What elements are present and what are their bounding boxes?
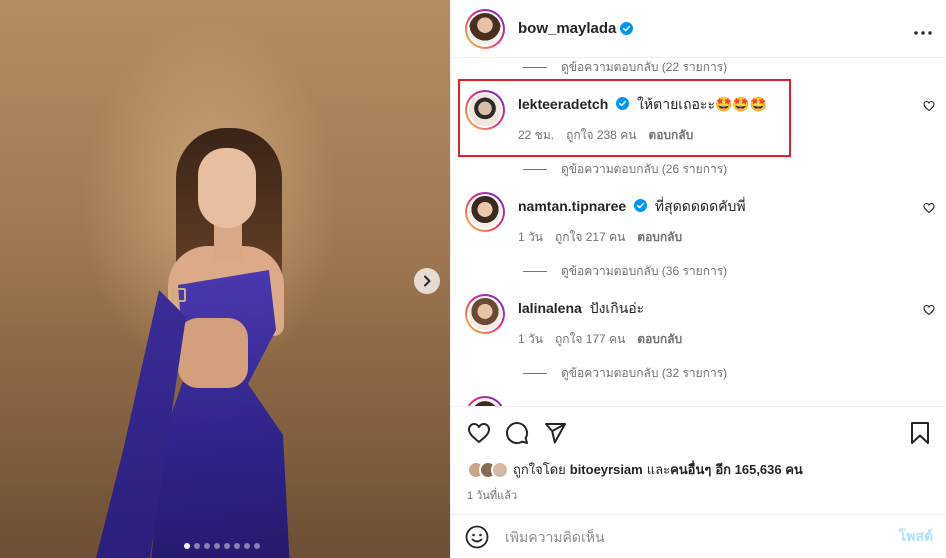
verified-badge-icon	[634, 199, 648, 212]
more-options-button[interactable]	[914, 19, 932, 39]
comment-time: 1 วัน	[518, 332, 543, 346]
replies-divider	[523, 169, 547, 170]
view-replies-label: ดูข้อความตอบกลับ (36 รายการ)	[561, 264, 728, 278]
liked-by-prefix: ถูกใจโดย	[513, 462, 566, 477]
comment-text: ที่สุดดดดดคับพี่	[654, 198, 746, 214]
verified-badge-icon	[620, 22, 634, 35]
like-heart-icon[interactable]	[923, 100, 935, 112]
reply-button[interactable]: ตอบกลับ	[637, 330, 682, 349]
like-heart-icon[interactable]	[923, 304, 935, 316]
post-comment-button[interactable]: โพสต์	[899, 526, 933, 548]
view-replies-label: ดูข้อความตอบกลับ (22 รายการ)	[561, 60, 728, 74]
reply-button[interactable]: ตอบกลับ	[637, 228, 682, 247]
carousel-dots	[184, 543, 260, 549]
like-heart-icon[interactable]	[923, 202, 935, 214]
view-replies-link[interactable]: ดูข้อความตอบกลับ (22 รายการ)	[523, 58, 727, 77]
view-replies-label: ดูข้อความตอบกลับ (26 รายการ)	[561, 162, 728, 176]
post-side-panel: bow_maylada ดูข้อความตอบกลับ (22 รายการ)…	[450, 0, 946, 558]
photo-subject-waist	[178, 318, 248, 388]
emoji-smiley-icon[interactable]	[465, 525, 489, 549]
comment-item: namtan.tipnaree ที่สุดดดดดคับพี่ 1 วัน ถ…	[465, 192, 935, 244]
reply-button[interactable]: ตอบกลับ	[648, 126, 693, 145]
comment-time: 22 ชม.	[518, 128, 555, 142]
comment-text: ปังเกินอ่ะ	[589, 300, 645, 316]
replies-divider	[523, 373, 547, 374]
replies-divider	[523, 271, 547, 272]
chevron-right-icon	[424, 275, 431, 287]
carousel-dot	[194, 543, 200, 549]
view-replies-link[interactable]: ดูข้อความตอบกลับ (36 รายการ)	[523, 262, 727, 281]
comment-username[interactable]: lalinalena	[518, 300, 582, 316]
comment-avatar[interactable]	[465, 90, 505, 130]
more-horizontal-icon	[914, 30, 932, 35]
comment-item: lalinalena ปังเกินอ่ะ 1 วัน ถูกใจ 177 คน…	[465, 294, 935, 346]
post-photo[interactable]	[0, 0, 450, 558]
comment-avatar[interactable]	[465, 396, 505, 406]
author-username[interactable]: bow_maylada	[518, 20, 616, 37]
photo-subject-buckle	[172, 288, 186, 302]
like-heart-icon[interactable]	[467, 421, 491, 445]
comment-bubble-icon[interactable]	[505, 421, 529, 445]
post-time[interactable]: 1 วันที่แล้ว	[467, 486, 931, 504]
post-actions: ถูกใจโดย bitoeyrsiam และ คนอื่นๆ อีก 165…	[451, 406, 946, 514]
comment-avatar[interactable]	[465, 294, 505, 334]
comments-list[interactable]: ดูข้อความตอบกลับ (22 รายการ) lekteeradet…	[451, 58, 946, 406]
comment-item: lekteeradetch ให้ตายเถอะะ🤩🤩🤩 22 ชม. ถูกใ…	[465, 90, 935, 142]
liked-by-mid: และ	[646, 462, 671, 477]
liked-by-summary: ถูกใจโดย bitoeyrsiam และ คนอื่นๆ อีก 165…	[467, 459, 931, 480]
view-replies-link[interactable]: ดูข้อความตอบกลับ (32 รายการ)	[523, 364, 727, 383]
comment-likes[interactable]: ถูกใจ 238 คน	[566, 126, 636, 145]
comment-username[interactable]: namtan.tipnaree	[518, 198, 626, 214]
view-replies-label: ดูข้อความตอบกลับ (32 รายการ)	[561, 366, 728, 380]
bookmark-icon[interactable]	[909, 421, 931, 445]
replies-divider	[523, 67, 547, 68]
comment-likes[interactable]: ถูกใจ 217 คน	[555, 228, 625, 247]
comment-composer: โพสต์	[451, 514, 946, 558]
liked-by-count[interactable]: อีก 165,636 คน	[715, 459, 802, 480]
carousel-dot	[214, 543, 220, 549]
share-send-icon[interactable]	[543, 421, 567, 445]
liked-by-user[interactable]: bitoeyrsiam	[570, 462, 643, 477]
carousel-dot	[224, 543, 230, 549]
comment-input[interactable]	[505, 528, 899, 545]
photo-subject-face	[198, 148, 256, 228]
author-avatar[interactable]	[465, 8, 505, 49]
comment-avatar[interactable]	[465, 192, 505, 232]
comment-username[interactable]: lekteeradetch	[518, 96, 608, 112]
next-image-button[interactable]	[414, 268, 440, 294]
comment-text: ให้ตายเถอะะ🤩🤩🤩	[637, 96, 768, 112]
comment-likes[interactable]: ถูกใจ 177 คน	[555, 330, 625, 349]
view-replies-link[interactable]: ดูข้อความตอบกลับ (26 รายการ)	[523, 160, 727, 179]
carousel-dot	[204, 543, 210, 549]
liked-by-others[interactable]: คนอื่นๆ	[670, 459, 711, 480]
carousel-dot	[254, 543, 260, 549]
avatar	[491, 460, 509, 479]
comment-time: 1 วัน	[518, 230, 543, 244]
carousel-dot	[184, 543, 190, 549]
post-header: bow_maylada	[451, 0, 946, 58]
carousel-dot	[244, 543, 250, 549]
verified-badge-icon	[616, 97, 630, 110]
carousel-dot	[234, 543, 240, 549]
liked-by-avatars[interactable]	[467, 460, 509, 479]
